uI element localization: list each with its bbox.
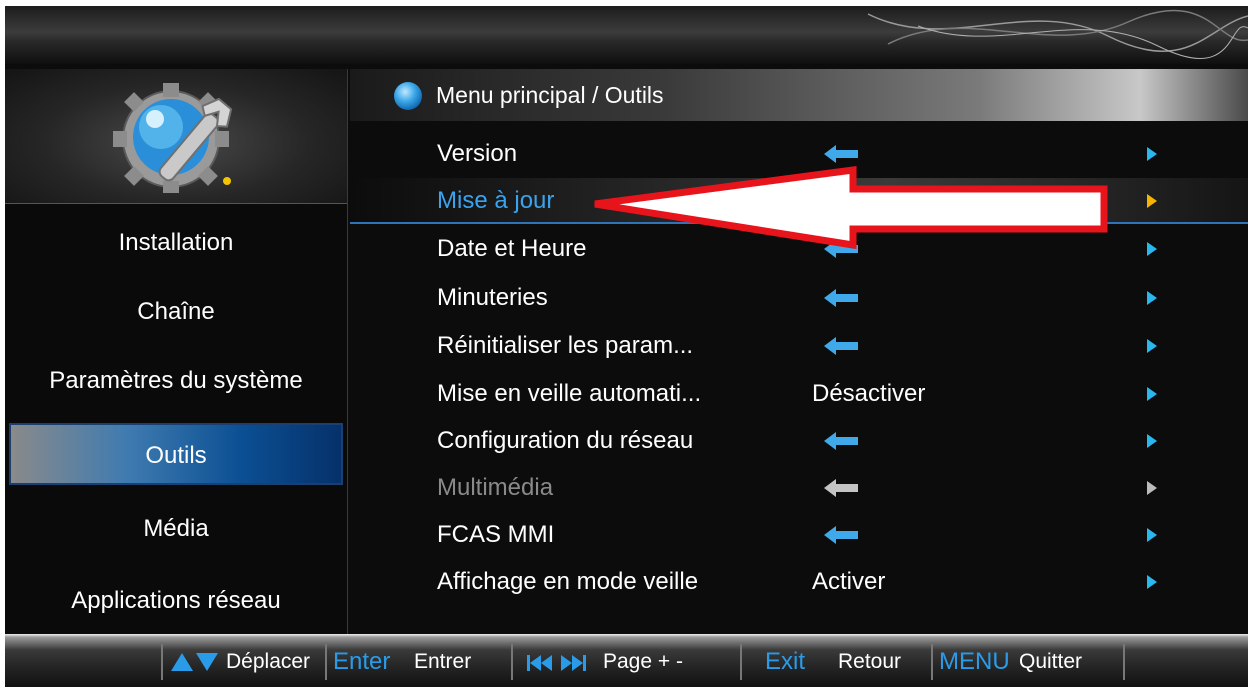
footer-divider bbox=[931, 644, 933, 680]
footer-divider bbox=[740, 644, 742, 680]
hint-exit-label: Retour bbox=[838, 650, 902, 673]
footer-divider bbox=[1123, 644, 1125, 680]
footer-divider bbox=[161, 644, 163, 680]
hint-exit-key: Exit bbox=[765, 648, 806, 675]
up-down-triangle-icon bbox=[171, 653, 218, 671]
footer-hint-bar: Déplacer Enter Entrer Page + - Exit Reto… bbox=[5, 634, 1248, 687]
footer-divider bbox=[511, 644, 513, 680]
tv-screen: Installation Chaîne Paramètres du systèm… bbox=[5, 6, 1248, 687]
hint-enter-key: Enter bbox=[333, 648, 391, 675]
hint-move-label: Déplacer bbox=[226, 650, 311, 673]
hint-page-label: Page + - bbox=[603, 650, 683, 673]
footer-divider bbox=[325, 644, 327, 680]
skip-back-forward-icon bbox=[527, 655, 586, 671]
hint-menu-key: MENU bbox=[939, 648, 1010, 675]
hint-enter-label: Entrer bbox=[414, 650, 472, 673]
hint-menu-label: Quitter bbox=[1019, 650, 1083, 673]
red-callout-arrow-icon bbox=[594, 166, 1108, 250]
